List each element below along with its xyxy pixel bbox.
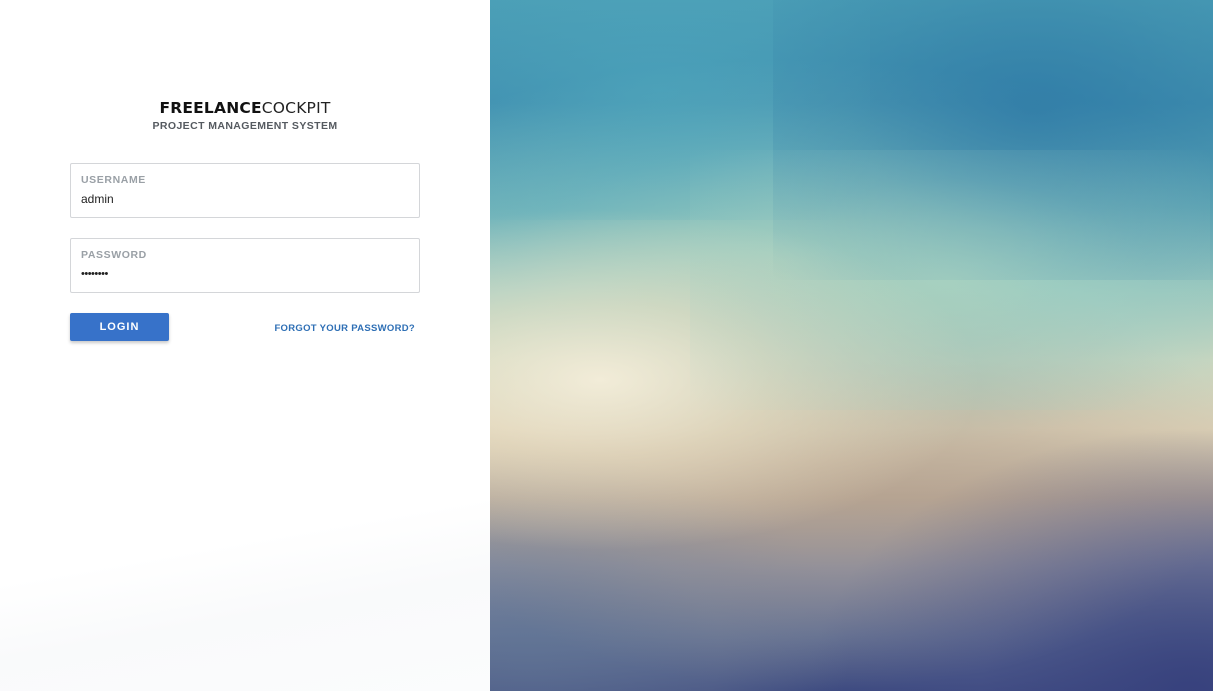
password-input[interactable]: ••••••••: [81, 266, 401, 282]
password-label: PASSWORD: [81, 249, 147, 261]
password-field[interactable]: PASSWORD ••••••••: [70, 238, 420, 293]
username-input[interactable]: [81, 191, 401, 207]
username-field[interactable]: USERNAME: [70, 163, 420, 218]
brand-subtitle: PROJECT MANAGEMENT SYSTEM: [152, 120, 338, 132]
brand-logo-bold: FREELANCE: [159, 99, 262, 117]
forgot-password-link[interactable]: FORGOT YOUR PASSWORD?: [274, 323, 415, 335]
username-label: USERNAME: [81, 174, 146, 186]
brand: FREELANCECOCKPIT PROJECT MANAGEMENT SYST…: [0, 99, 490, 132]
login-button[interactable]: LOGIN: [70, 313, 169, 341]
login-panel: FREELANCECOCKPIT PROJECT MANAGEMENT SYST…: [0, 0, 490, 691]
background-image: [490, 0, 1213, 691]
login-page: FREELANCECOCKPIT PROJECT MANAGEMENT SYST…: [0, 0, 1213, 691]
background-glow: [690, 150, 1210, 410]
brand-logo: FREELANCECOCKPIT: [0, 99, 490, 117]
brand-logo-light: COCKPIT: [261, 99, 331, 117]
